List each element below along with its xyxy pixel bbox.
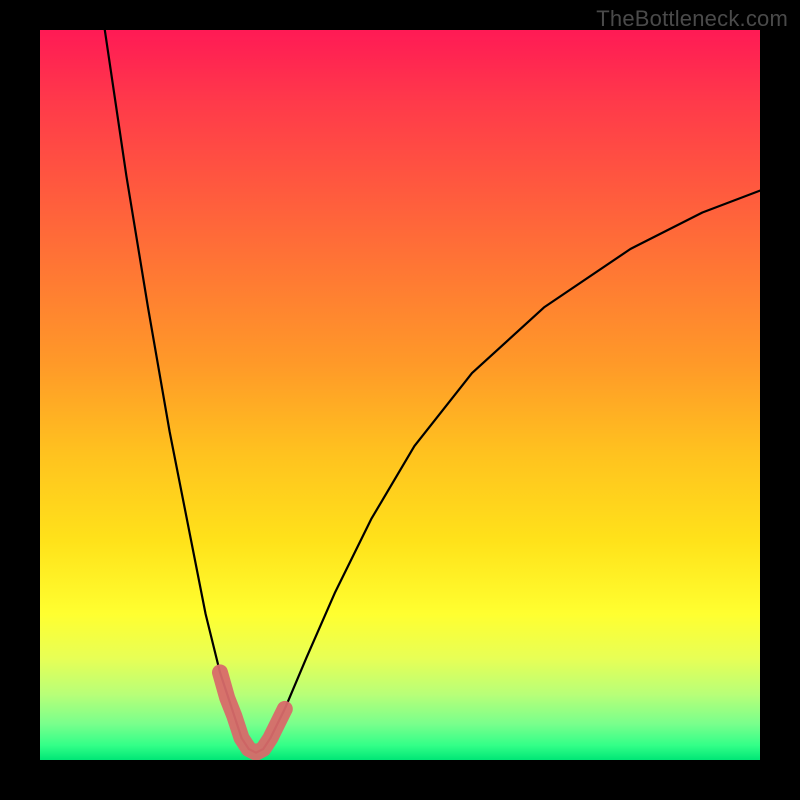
plot-area <box>40 30 760 760</box>
watermark-text: TheBottleneck.com <box>596 6 788 32</box>
chart-frame: TheBottleneck.com <box>0 0 800 800</box>
highlight-minimum <box>220 672 285 752</box>
curve-svg <box>40 30 760 760</box>
bottleneck-curve <box>105 30 760 753</box>
